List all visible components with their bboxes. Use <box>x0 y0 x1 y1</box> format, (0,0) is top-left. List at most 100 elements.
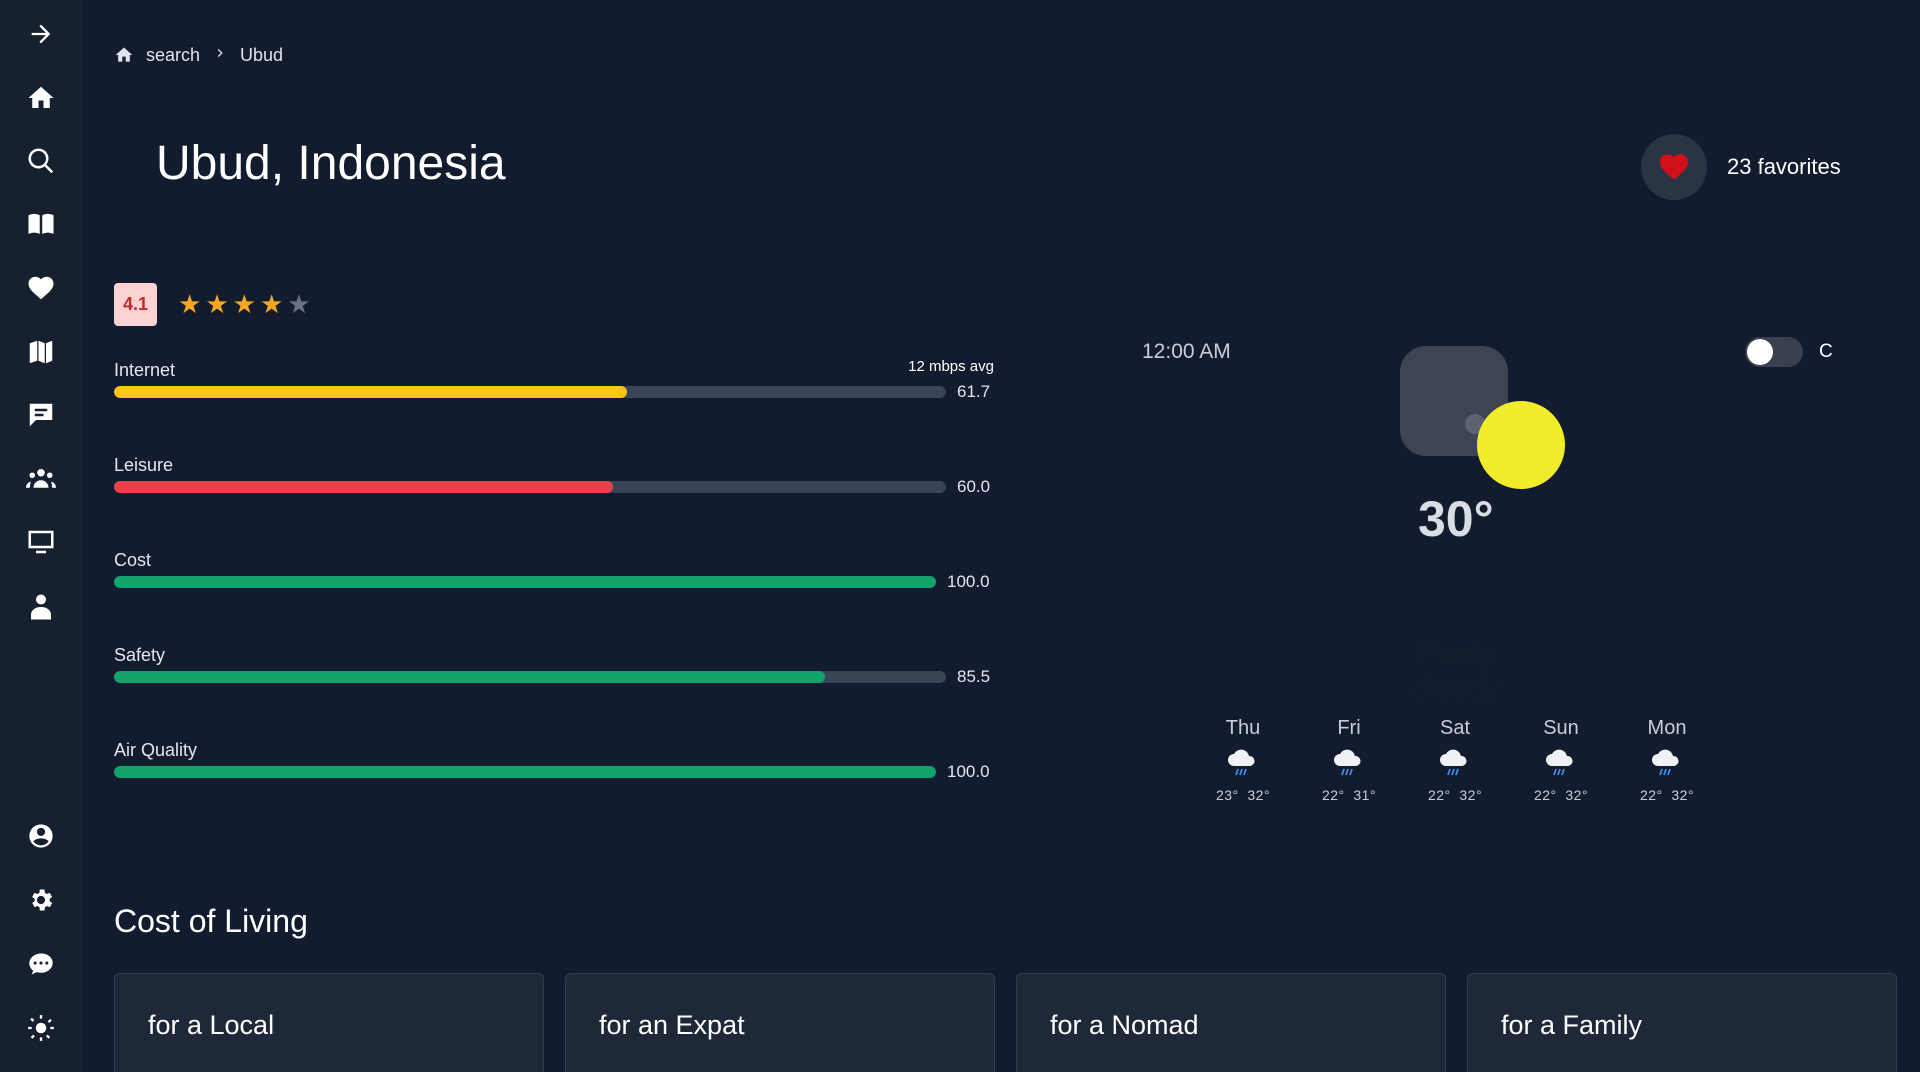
metric-progress-fill <box>114 481 614 493</box>
sidebar-item-guide[interactable] <box>16 199 66 249</box>
sidebar-item-settings[interactable] <box>16 875 66 925</box>
metric-value: 100.0 <box>947 572 990 591</box>
metric-progress-bar <box>114 766 936 778</box>
star-filled-icon[interactable]: ★ <box>260 290 283 318</box>
forecast-temps: 22° 32° <box>1415 787 1495 803</box>
gear-icon <box>32 889 53 911</box>
book-icon <box>28 213 54 234</box>
metric-row: Cost 100.0 <box>114 550 994 600</box>
people-icon <box>26 469 56 488</box>
weather-description: Partly cloudy <box>1412 638 1500 705</box>
forecast-high: 31° <box>1353 787 1377 803</box>
forecast-day-label: Mon <box>1647 717 1687 739</box>
metric-progress-fill <box>114 766 936 778</box>
metric-label: Cost <box>114 550 152 570</box>
monitor-icon <box>28 530 54 554</box>
forecast-day: Sun 22° 32° <box>1521 717 1601 803</box>
cost-of-living-title: Cost of Living <box>114 903 308 939</box>
cost-card-family[interactable]: for a Family <box>1467 973 1897 1072</box>
forecast-day-label: Sat <box>1439 717 1471 739</box>
sidebar-item-workspaces[interactable] <box>16 517 66 567</box>
favorites-count: 23 favorites <box>1727 154 1841 179</box>
map-icon <box>29 340 53 364</box>
forecast-low: 22° <box>1321 787 1345 803</box>
metric-progress-fill <box>114 576 936 588</box>
arrow-right-icon <box>31 24 51 44</box>
heart-icon <box>1659 154 1689 180</box>
favorite-button[interactable] <box>1641 134 1707 200</box>
metric-label: Leisure <box>114 455 174 475</box>
rain-cloud-icon <box>1546 749 1573 776</box>
sidebar-item-favorites[interactable] <box>16 263 66 313</box>
sidebar-item-map[interactable] <box>16 327 66 377</box>
sidebar-item-account[interactable] <box>16 811 66 861</box>
sidebar-item-theme[interactable] <box>16 1003 66 1053</box>
rain-cloud-icon <box>1334 749 1361 776</box>
sidebar-item-search[interactable] <box>16 136 66 186</box>
metric-progress-fill <box>114 671 826 683</box>
heart-icon <box>28 276 54 300</box>
metric-value: 61.7 <box>957 382 991 401</box>
home-icon[interactable] <box>114 45 134 65</box>
search-icon <box>28 148 54 174</box>
forecast-temps: 23° 32° <box>1203 787 1283 803</box>
sun-icon <box>28 1015 54 1041</box>
cost-card-nomad[interactable]: for a Nomad <box>1016 973 1446 1072</box>
rating-badge: 4.1 <box>114 283 157 326</box>
forecast-high: 32° <box>1247 787 1271 803</box>
rain-cloud-icon <box>1228 749 1255 776</box>
cost-card-local[interactable]: for a Local <box>114 973 544 1072</box>
chat-icon <box>29 403 53 427</box>
cost-card-label: for an Expat <box>599 1010 745 1040</box>
metric-progress-bar <box>114 386 946 398</box>
forecast-high: 32° <box>1671 787 1695 803</box>
forecast-day-label: Thu <box>1225 717 1261 739</box>
forecast-low: 22° <box>1533 787 1557 803</box>
forecast-day: Thu 23° 32° <box>1203 717 1283 803</box>
message-bubble-icon <box>29 953 53 975</box>
chevron-right-icon <box>212 45 228 66</box>
breadcrumb-search-link[interactable]: search <box>146 45 200 66</box>
current-temperature: 30° <box>1418 491 1494 547</box>
cost-card-label: for a Nomad <box>1050 1010 1199 1040</box>
collapse-sidebar-button[interactable] <box>16 9 66 59</box>
metric-row: Internet 12 mbps avg 61.7 <box>114 358 994 410</box>
metric-label: Safety <box>114 645 166 665</box>
temperature-unit-label: C <box>1819 341 1833 362</box>
toggle-knob <box>1747 339 1773 365</box>
star-rating[interactable]: ★ ★ ★ ★ ★ <box>178 290 311 318</box>
page-title: Ubud, Indonesia <box>156 137 506 190</box>
metric-label: Internet <box>114 360 176 380</box>
breadcrumb-current: Ubud <box>240 44 284 65</box>
temperature-unit-toggle[interactable] <box>1745 337 1803 367</box>
forecast-low: 23° <box>1215 787 1239 803</box>
sidebar-item-chat[interactable] <box>16 390 66 440</box>
favorites-group: 23 favorites <box>1641 134 1841 200</box>
sidebar-item-user-profile[interactable] <box>16 582 66 632</box>
star-empty-icon[interactable]: ★ <box>287 290 310 318</box>
person-icon <box>31 594 51 620</box>
forecast-low: 22° <box>1639 787 1663 803</box>
metric-value: 60.0 <box>957 477 991 496</box>
forecast-high: 32° <box>1459 787 1483 803</box>
cost-card-label: for a Family <box>1501 1010 1643 1040</box>
star-filled-icon[interactable]: ★ <box>178 290 201 318</box>
star-filled-icon[interactable]: ★ <box>233 290 256 318</box>
rain-cloud-icon <box>1440 749 1467 776</box>
star-filled-icon[interactable]: ★ <box>205 290 228 318</box>
metric-detail: 12 mbps avg <box>908 358 994 375</box>
forecast-day-label: Fri <box>1337 717 1361 739</box>
account-circle-icon <box>29 824 53 848</box>
sidebar-item-messages[interactable] <box>16 939 66 989</box>
sidebar-item-home[interactable] <box>16 73 66 123</box>
metric-value: 85.5 <box>957 667 991 686</box>
metric-row: Leisure 60.0 <box>114 455 994 505</box>
metric-progress-fill <box>114 386 628 398</box>
forecast-temps: 22° 31° <box>1309 787 1389 803</box>
metric-progress-bar <box>114 576 936 588</box>
home-icon <box>28 86 54 108</box>
sidebar-item-community[interactable] <box>16 454 66 504</box>
metric-value: 100.0 <box>947 762 990 781</box>
cost-card-expat[interactable]: for an Expat <box>565 973 995 1072</box>
forecast-temps: 22° 32° <box>1627 787 1707 803</box>
